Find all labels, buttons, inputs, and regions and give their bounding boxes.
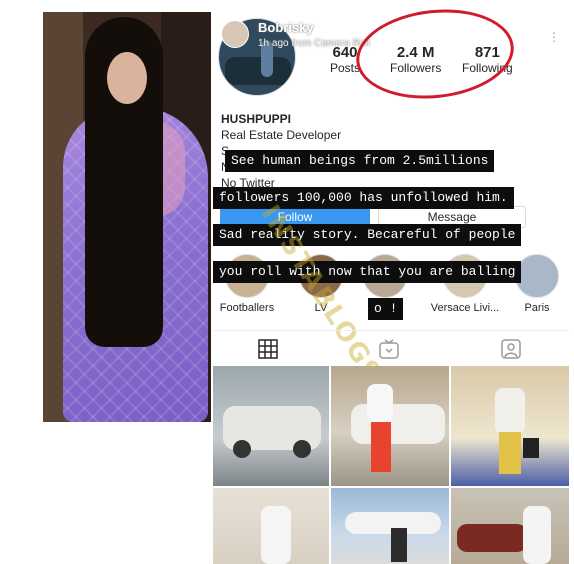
highlight-thumb [515,254,559,298]
post-thumbnail[interactable] [331,366,449,486]
person-trousers [371,422,391,472]
person-shirt [261,506,291,564]
caption-line-4: you roll with now that you are balling [213,261,522,283]
more-options-icon[interactable]: ⋮ [548,30,560,44]
grid-icon[interactable] [258,339,278,359]
post-thumbnail[interactable] [213,366,329,486]
profile-tabs [213,330,569,364]
person-shirt [367,384,393,424]
story-user-avatar[interactable] [221,20,249,48]
person-shirt [523,506,551,564]
story-username[interactable]: Bobrisky [258,20,314,35]
car-wheel [233,440,251,458]
highlight-label: Paris [524,302,550,314]
posts-label: Posts [330,61,361,75]
person-trousers [499,432,521,474]
left-photo [43,12,211,422]
post-thumbnail[interactable] [451,488,569,564]
caption-line-2: followers 100,000 has unfollowed him. [213,187,514,209]
tagged-icon[interactable] [501,339,521,359]
bag [523,438,539,458]
red-circle-annotation [351,1,519,107]
avatar-car [225,57,291,85]
person-shirt [495,388,525,434]
car-wheel [293,440,311,458]
highlight-label: Footballers [219,302,275,314]
igtv-icon[interactable] [379,339,399,359]
post-thumbnail[interactable] [451,366,569,486]
caption-line-3: Sad reality story. Becareful of people [213,224,522,246]
highlight-label: Versace Livi... [430,302,500,314]
red-car [457,524,527,552]
white-car [351,404,445,444]
person [391,528,407,562]
bio-line-1: Real Estate Developer [221,128,342,142]
caption-line-1: See human beings from 2.5millions [225,150,495,172]
caption-line-5: o ! [368,298,404,320]
post-thumbnail[interactable] [213,488,329,564]
face [107,52,147,104]
profile-name: HUSHPUPPI [221,112,292,126]
post-thumbnail[interactable] [331,488,449,564]
